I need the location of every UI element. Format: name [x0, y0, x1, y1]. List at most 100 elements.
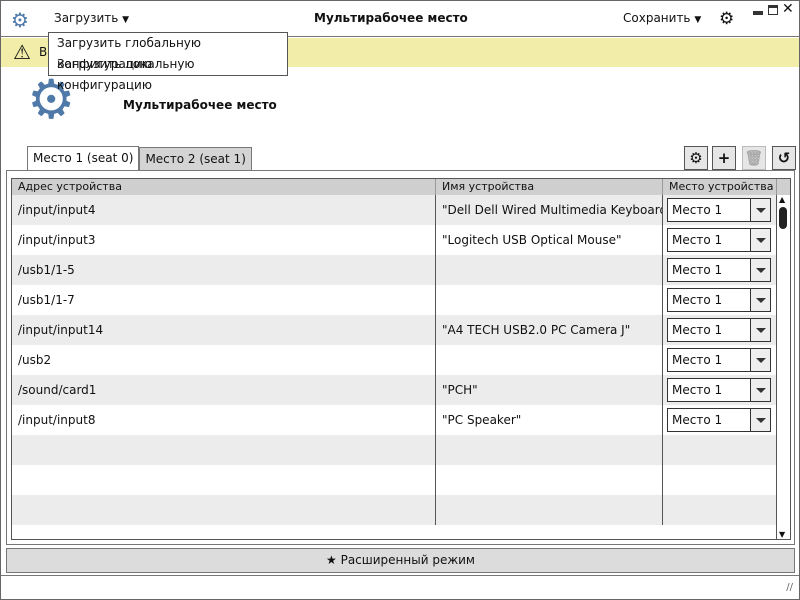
device-seat-cell: Место 1 [663, 195, 777, 225]
device-name: "Dell Dell Wired Multimedia Keyboard" [436, 195, 663, 225]
menu-item-load-global[interactable]: Загрузить глобальную конфигурацию [49, 33, 287, 71]
load-menu-button[interactable]: Загрузить ▼ [54, 11, 129, 25]
table-body: /input/input4 "Dell Dell Wired Multimedia… [12, 195, 790, 525]
device-name [436, 345, 663, 375]
main-window: ⚙ Загрузить ▼ Мультирабочее место Сохран… [0, 0, 800, 600]
device-name [436, 285, 663, 315]
device-seat-cell [663, 435, 777, 465]
chevron-down-icon[interactable] [750, 229, 770, 251]
advanced-mode-button[interactable]: ★ Расширенный режим [6, 548, 795, 573]
chevron-down-icon[interactable] [750, 379, 770, 401]
app-gears-icon: ⚙ [11, 8, 29, 32]
star-icon: ★ [325, 553, 337, 567]
delete-seat-button[interactable]: 🗑 [742, 146, 766, 170]
tab-seat-1[interactable]: Место 1 (seat 0) [27, 146, 140, 171]
table-row[interactable]: /input/input14 "A4 TECH USB2.0 PC Camera … [12, 315, 790, 345]
seat-select[interactable]: Место 1 [667, 318, 771, 342]
chevron-down-icon[interactable] [750, 319, 770, 341]
chevron-down-icon[interactable] [750, 289, 770, 311]
table-row[interactable]: /input/input3 "Logitech USB Optical Mouse… [12, 225, 790, 255]
maximize-icon[interactable] [768, 5, 778, 15]
advanced-mode-label: Расширенный режим [340, 553, 475, 567]
table-row[interactable]: /usb1/1-5 Место 1 [12, 255, 790, 285]
trash-icon: 🗑 [744, 149, 764, 167]
caret-down-icon: ▼ [694, 15, 702, 25]
seat-select[interactable]: Место 1 [667, 258, 771, 282]
chevron-down-icon[interactable] [750, 259, 770, 281]
device-name [436, 255, 663, 285]
resize-grip-icon[interactable]: // [786, 582, 793, 593]
device-address [12, 435, 436, 465]
table-row[interactable]: /sound/card1 "PCH" Место 1 [12, 375, 790, 405]
undo-icon: ↺ [777, 149, 791, 167]
table-row[interactable]: /usb1/1-7 Место 1 [12, 285, 790, 315]
device-seat-cell [663, 465, 777, 495]
table-row[interactable] [12, 435, 790, 465]
vertical-scrollbar[interactable]: ▲ ▼ [776, 195, 790, 539]
device-address: /input/input14 [12, 315, 436, 345]
seat-select[interactable]: Место 1 [667, 378, 771, 402]
device-name [436, 435, 663, 465]
load-label: Загрузить [54, 11, 119, 25]
device-name: "PC Speaker" [436, 405, 663, 435]
seat-select-value: Место 1 [672, 383, 723, 397]
warning-text: В [39, 45, 48, 59]
chevron-down-icon[interactable] [750, 409, 770, 431]
tab-seat-2[interactable]: Место 2 (seat 1) [139, 147, 252, 171]
scroll-thumb[interactable] [779, 207, 787, 229]
table-row[interactable] [12, 495, 790, 525]
chevron-down-icon[interactable] [750, 349, 770, 371]
warning-icon: ⚠ [13, 40, 31, 64]
minimize-icon[interactable] [753, 11, 763, 15]
scroll-up-icon[interactable]: ▲ [779, 195, 785, 204]
load-dropdown-menu: Загрузить глобальную конфигурацию Загруз… [48, 32, 288, 92]
device-name: "A4 TECH USB2.0 PC Camera J" [436, 315, 663, 345]
device-seat-cell: Место 1 [663, 225, 777, 255]
seat-select[interactable]: Место 1 [667, 228, 771, 252]
menu-item-load-local[interactable]: Загрузить локальную конфигурацию [49, 54, 287, 92]
caret-down-icon: ▼ [122, 15, 130, 25]
device-table: Адрес устройства Имя устройства Место ус… [11, 178, 791, 540]
scroll-down-icon[interactable]: ▼ [779, 530, 785, 539]
device-address [12, 465, 436, 495]
device-seat-cell: Место 1 [663, 405, 777, 435]
device-address: /input/input4 [12, 195, 436, 225]
gear-icon: ⚙ [689, 149, 703, 167]
device-address: /usb1/1-5 [12, 255, 436, 285]
col-seat[interactable]: Место устройства [663, 179, 777, 195]
seat-select[interactable]: Место 1 [667, 288, 771, 312]
seat-tabs: Место 1 (seat 0) Место 2 (seat 1) [27, 146, 252, 171]
device-seat-cell [663, 495, 777, 525]
device-seat-cell: Место 1 [663, 345, 777, 375]
device-address: /usb1/1-7 [12, 285, 436, 315]
seat-settings-button[interactable]: ⚙ [684, 146, 708, 170]
seat-select-value: Место 1 [672, 323, 723, 337]
table-row[interactable] [12, 465, 790, 495]
seat-select-value: Место 1 [672, 263, 723, 277]
seat-select-value: Место 1 [672, 233, 723, 247]
device-name: "Logitech USB Optical Mouse" [436, 225, 663, 255]
seat-select[interactable]: Место 1 [667, 408, 771, 432]
device-name [436, 465, 663, 495]
col-name[interactable]: Имя устройства [436, 179, 663, 195]
device-name [436, 495, 663, 525]
device-name: "PCH" [436, 375, 663, 405]
add-seat-button[interactable]: + [712, 146, 736, 170]
table-row[interactable]: /input/input8 "PC Speaker" Место 1 [12, 405, 790, 435]
chevron-down-icon[interactable] [750, 199, 770, 221]
device-seat-cell: Место 1 [663, 375, 777, 405]
device-address: /input/input8 [12, 405, 436, 435]
reset-button[interactable]: ↺ [772, 146, 796, 170]
table-row[interactable]: /input/input4 "Dell Dell Wired Multimedia… [12, 195, 790, 225]
seat-select[interactable]: Место 1 [667, 348, 771, 372]
seat-select-value: Место 1 [672, 293, 723, 307]
close-icon[interactable]: ✕ [782, 1, 794, 17]
seat-select[interactable]: Место 1 [667, 198, 771, 222]
device-seat-cell: Место 1 [663, 285, 777, 315]
seat-select-value: Место 1 [672, 203, 723, 217]
col-address[interactable]: Адрес устройства [12, 179, 436, 195]
settings-gear-icon[interactable]: ⚙ [719, 9, 734, 29]
save-menu-button[interactable]: Сохранить ▼ [623, 11, 701, 25]
seat-select-value: Место 1 [672, 413, 723, 427]
table-row[interactable]: /usb2 Место 1 [12, 345, 790, 375]
